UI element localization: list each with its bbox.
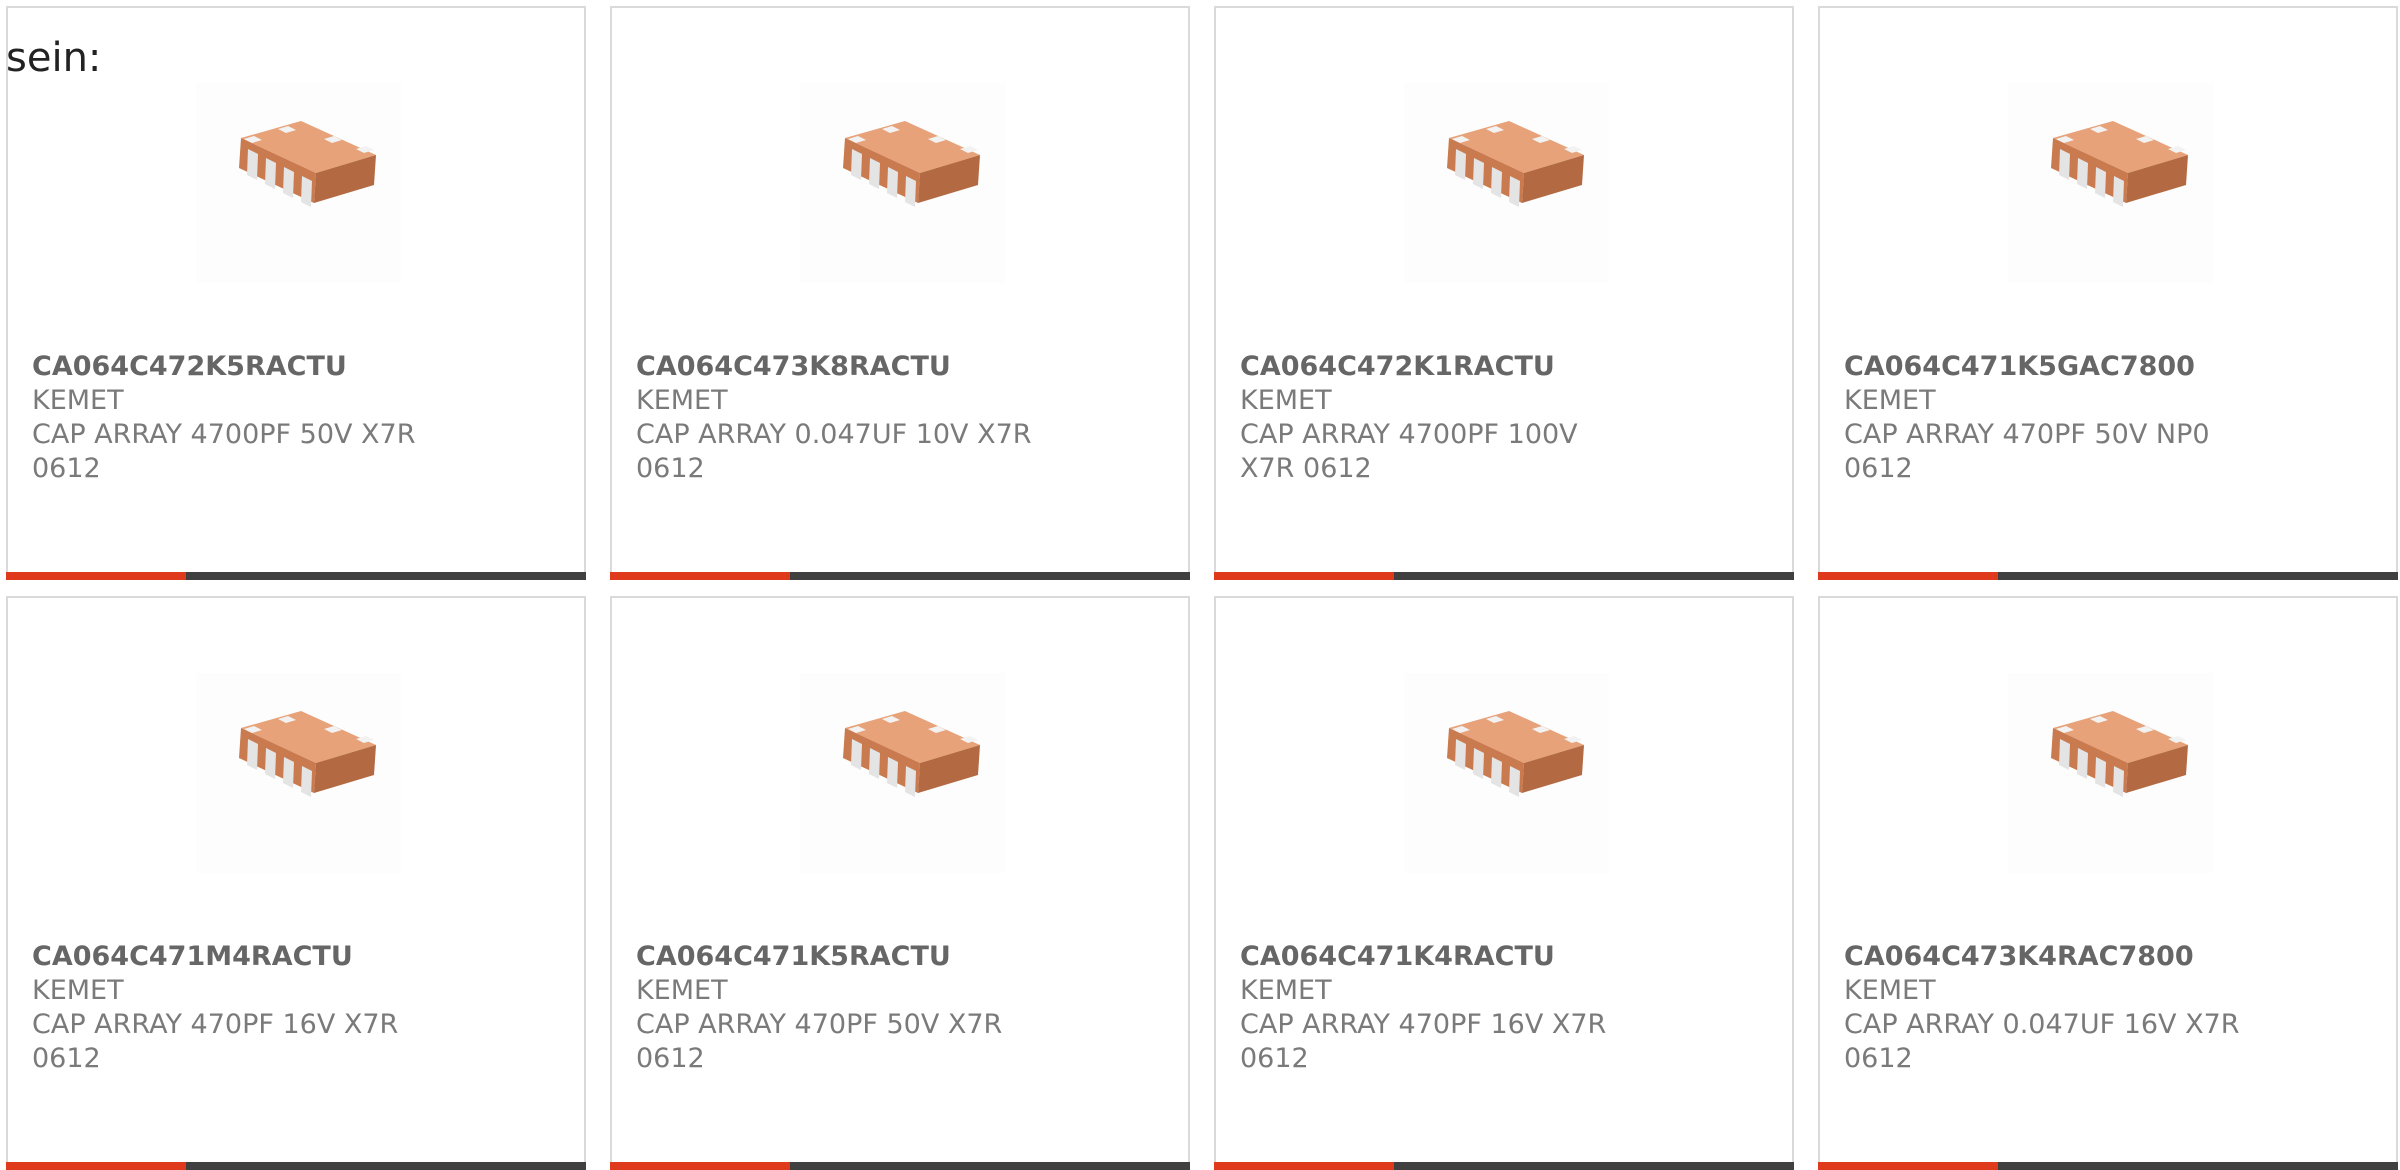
product-card[interactable]: CA064C471K4RACTU KEMET CAP ARRAY 470PF 1… (1214, 596, 1794, 1170)
card-progress-fill (610, 572, 790, 580)
part-number-link[interactable]: CA064C471K4RACTU (1240, 940, 1640, 974)
product-card[interactable]: CA064C471K5GAC7800 KEMET CAP ARRAY 470PF… (1818, 6, 2398, 580)
intro-text: sein: (6, 35, 102, 81)
capacitor-array-chip-icon (2051, 711, 2188, 797)
product-grid: CA064C472K5RACTU KEMET CAP ARRAY 4700PF … (0, 0, 2400, 1170)
product-description: CAP ARRAY 470PF 50V NP0 0612 (1844, 419, 2210, 484)
product-image[interactable] (800, 83, 1005, 283)
part-number-link[interactable]: CA064C473K4RAC7800 (1844, 940, 2244, 974)
card-progress-fill (1818, 572, 1998, 580)
product-image[interactable] (196, 673, 401, 873)
capacitor-array-chip-icon (239, 711, 376, 797)
card-progress-fill (6, 1162, 186, 1170)
card-progress-fill (1214, 1162, 1394, 1170)
capacitor-array-chip-icon (2051, 121, 2188, 207)
part-number-link[interactable]: CA064C471M4RACTU (32, 940, 432, 974)
product-info: CA064C471K4RACTU KEMET CAP ARRAY 470PF 1… (1240, 940, 1640, 1076)
capacitor-array-chip-icon (239, 121, 376, 207)
card-progress-bar (1214, 572, 1794, 580)
product-description: CAP ARRAY 470PF 50V X7R 0612 (636, 1009, 1003, 1074)
product-info: CA064C471K5GAC7800 KEMET CAP ARRAY 470PF… (1844, 350, 2244, 486)
manufacturer-label: KEMET (636, 975, 728, 1006)
product-description: CAP ARRAY 0.047UF 10V X7R 0612 (636, 419, 1032, 484)
product-info: CA064C472K1RACTU KEMET CAP ARRAY 4700PF … (1240, 350, 1640, 486)
product-card[interactable]: CA064C472K5RACTU KEMET CAP ARRAY 4700PF … (6, 6, 586, 580)
product-image[interactable] (1404, 83, 1609, 283)
product-description: CAP ARRAY 0.047UF 16V X7R 0612 (1844, 1009, 2240, 1074)
part-number-link[interactable]: CA064C471K5GAC7800 (1844, 350, 2244, 384)
product-image[interactable] (1404, 673, 1609, 873)
capacitor-array-chip-icon (1447, 121, 1584, 207)
manufacturer-label: KEMET (1844, 385, 1936, 416)
manufacturer-label: KEMET (32, 975, 124, 1006)
product-card[interactable]: CA064C473K8RACTU KEMET CAP ARRAY 0.047UF… (610, 6, 1190, 580)
manufacturer-label: KEMET (1240, 975, 1332, 1006)
product-image[interactable] (800, 673, 1005, 873)
product-description: CAP ARRAY 4700PF 100V X7R 0612 (1240, 419, 1578, 484)
product-description: CAP ARRAY 470PF 16V X7R 0612 (1240, 1009, 1607, 1074)
product-info: CA064C471K5RACTU KEMET CAP ARRAY 470PF 5… (636, 940, 1036, 1076)
card-progress-bar (1818, 1162, 2398, 1170)
card-progress-bar (1214, 1162, 1794, 1170)
product-info: CA064C473K4RAC7800 KEMET CAP ARRAY 0.047… (1844, 940, 2244, 1076)
product-card[interactable]: CA064C472K1RACTU KEMET CAP ARRAY 4700PF … (1214, 6, 1794, 580)
product-image[interactable] (196, 83, 401, 283)
capacitor-array-chip-icon (843, 711, 980, 797)
card-progress-bar (6, 1162, 586, 1170)
manufacturer-label: KEMET (636, 385, 728, 416)
part-number-link[interactable]: CA064C472K5RACTU (32, 350, 432, 384)
manufacturer-label: KEMET (1844, 975, 1936, 1006)
card-progress-bar (6, 572, 586, 580)
card-progress-fill (1214, 572, 1394, 580)
manufacturer-label: KEMET (32, 385, 124, 416)
card-progress-bar (610, 1162, 1190, 1170)
product-description: CAP ARRAY 4700PF 50V X7R 0612 (32, 419, 416, 484)
product-card[interactable]: CA064C471K5RACTU KEMET CAP ARRAY 470PF 5… (610, 596, 1190, 1170)
product-description: CAP ARRAY 470PF 16V X7R 0612 (32, 1009, 399, 1074)
card-progress-fill (1818, 1162, 1998, 1170)
product-image[interactable] (2008, 673, 2213, 873)
part-number-link[interactable]: CA064C471K5RACTU (636, 940, 1036, 974)
capacitor-array-chip-icon (843, 121, 980, 207)
product-card[interactable]: CA064C471M4RACTU KEMET CAP ARRAY 470PF 1… (6, 596, 586, 1170)
product-info: CA064C472K5RACTU KEMET CAP ARRAY 4700PF … (32, 350, 432, 486)
manufacturer-label: KEMET (1240, 385, 1332, 416)
card-progress-bar (610, 572, 1190, 580)
card-progress-fill (6, 572, 186, 580)
card-progress-fill (610, 1162, 790, 1170)
card-progress-bar (1818, 572, 2398, 580)
product-card[interactable]: CA064C473K4RAC7800 KEMET CAP ARRAY 0.047… (1818, 596, 2398, 1170)
product-info: CA064C473K8RACTU KEMET CAP ARRAY 0.047UF… (636, 350, 1036, 486)
product-image[interactable] (2008, 83, 2213, 283)
part-number-link[interactable]: CA064C473K8RACTU (636, 350, 1036, 384)
part-number-link[interactable]: CA064C472K1RACTU (1240, 350, 1640, 384)
capacitor-array-chip-icon (1447, 711, 1584, 797)
product-info: CA064C471M4RACTU KEMET CAP ARRAY 470PF 1… (32, 940, 432, 1076)
